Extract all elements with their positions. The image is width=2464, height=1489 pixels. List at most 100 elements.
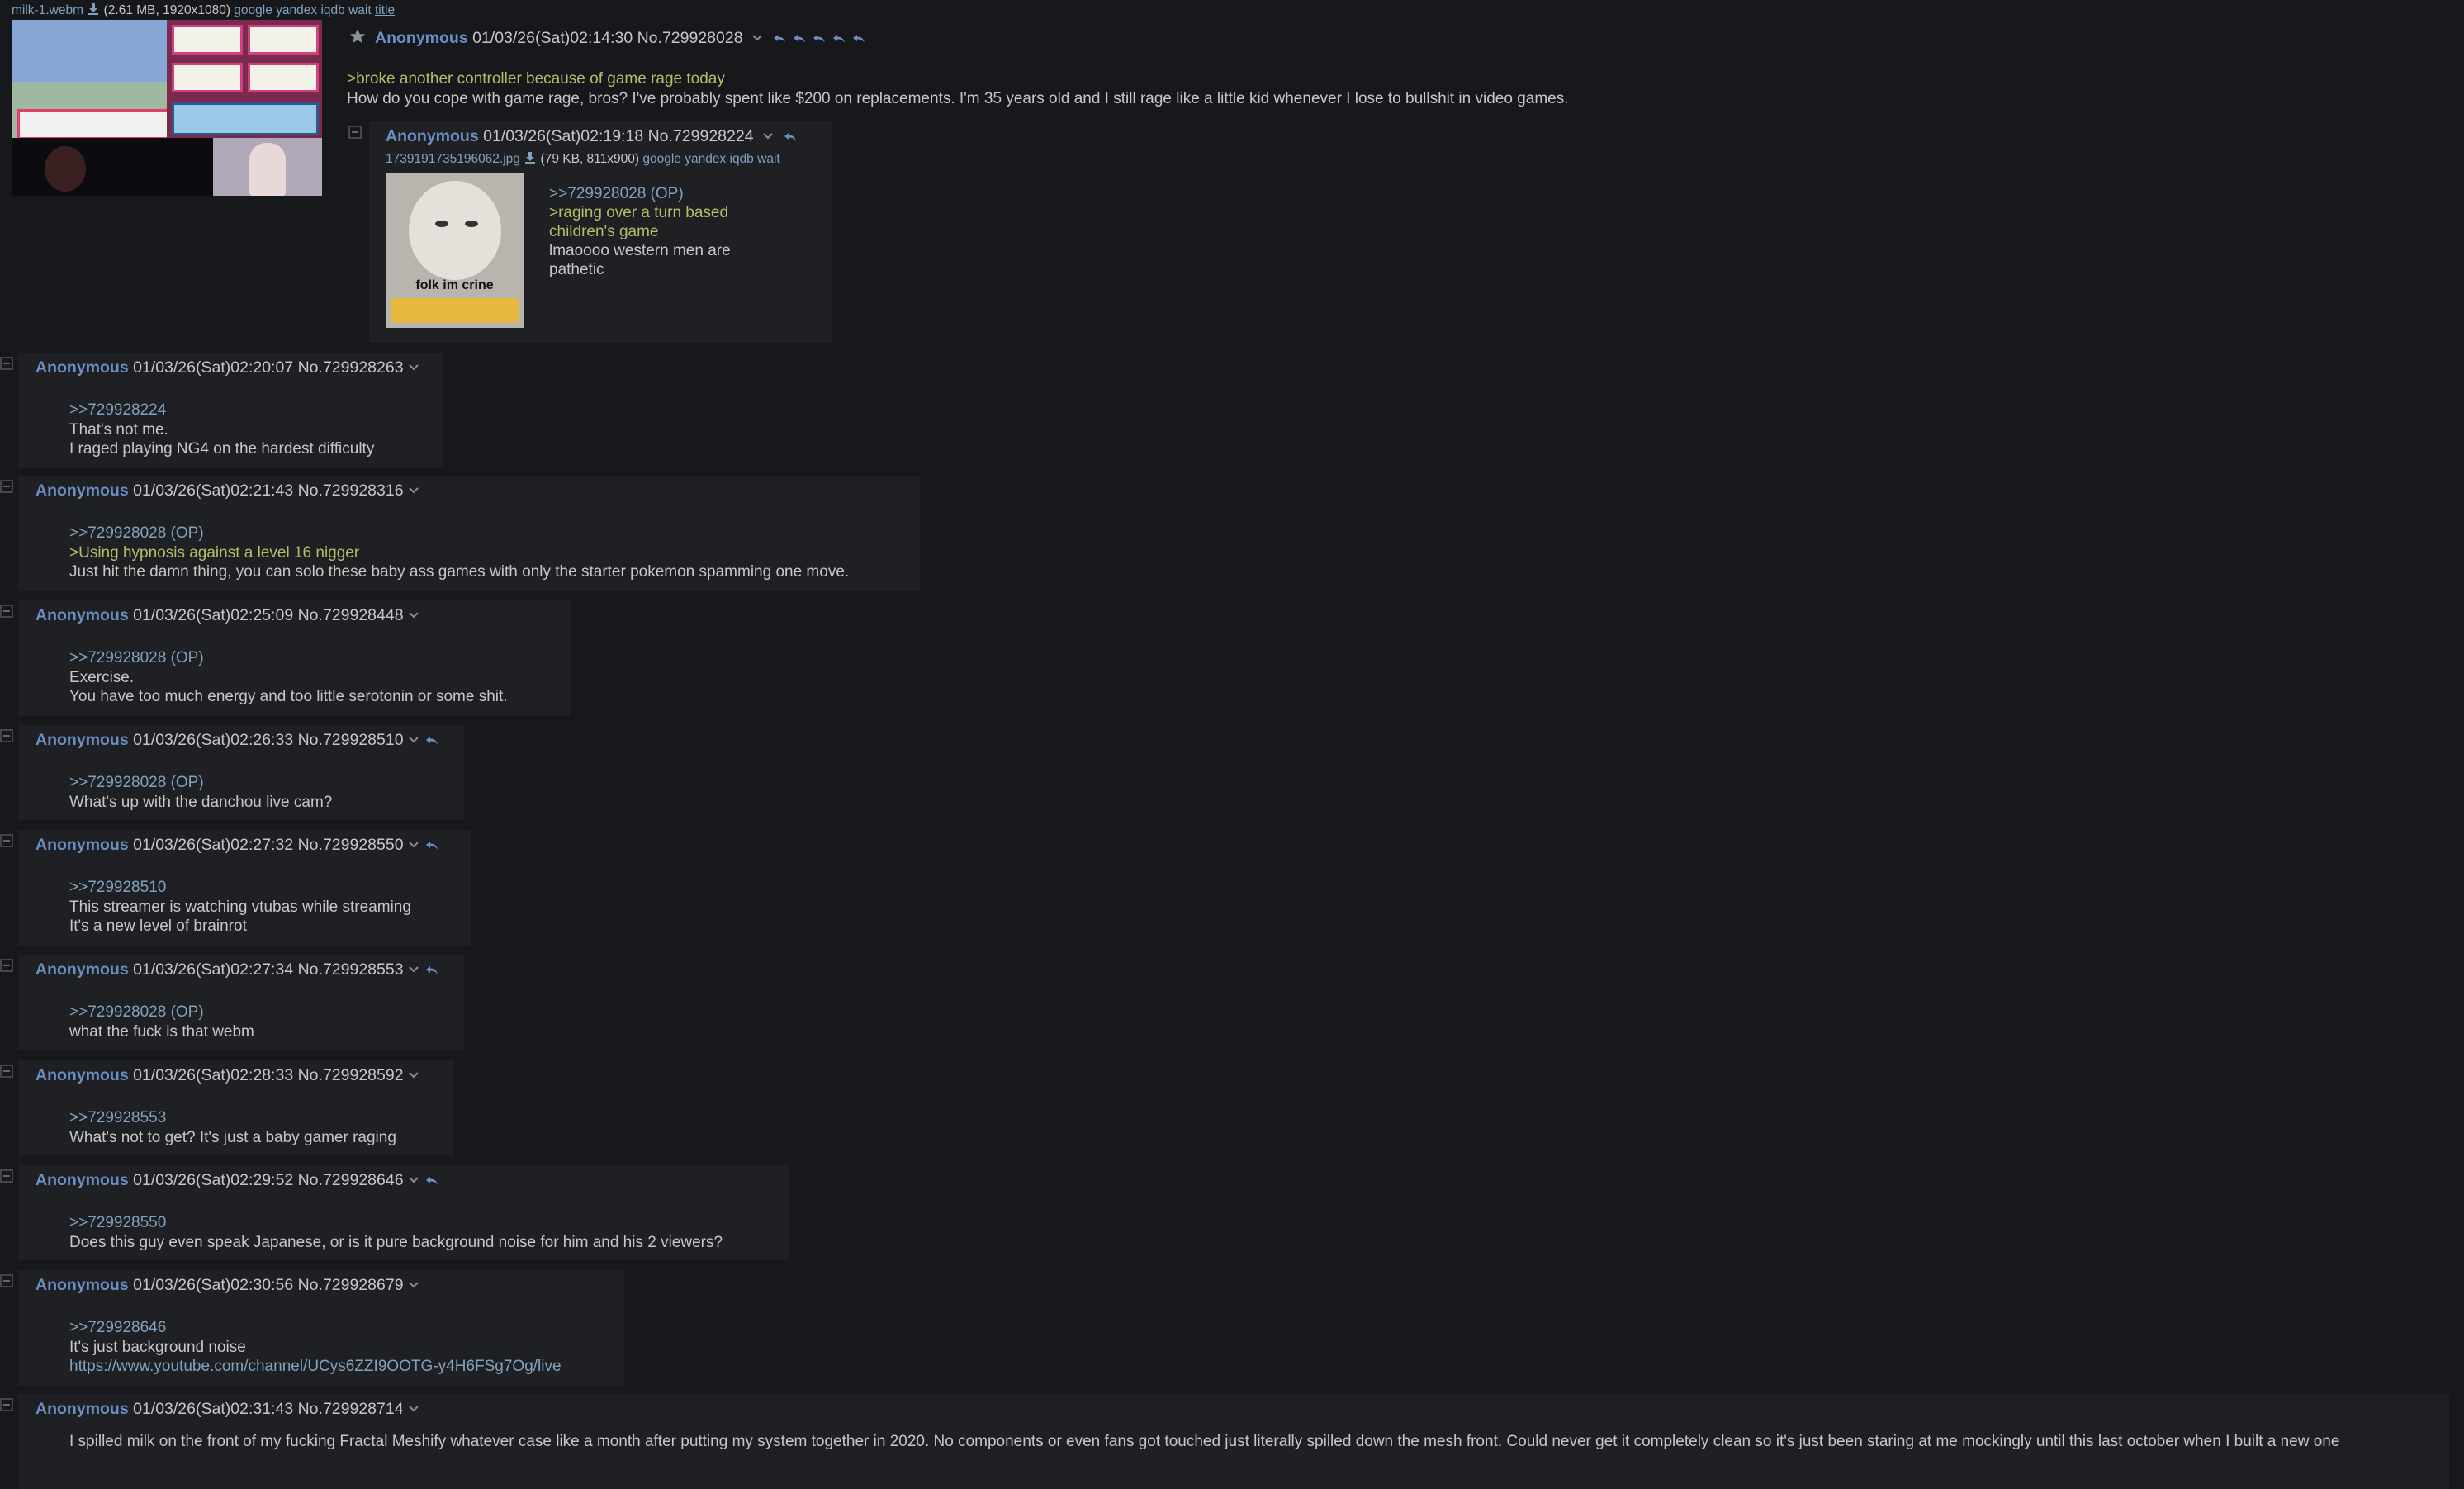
post-header: Anonymous 01/03/26(Sat)02:28:33 No.72992…: [36, 1066, 419, 1085]
star-icon[interactable]: [348, 27, 367, 45]
chevron-down-icon[interactable]: [408, 1071, 419, 1079]
poster-name: Anonymous: [36, 481, 129, 500]
google-search-link[interactable]: google: [642, 152, 681, 166]
collapse-icon[interactable]: [0, 1398, 13, 1411]
chevron-down-icon[interactable]: [408, 736, 419, 744]
chevron-down-icon[interactable]: [408, 363, 419, 372]
post-text-line: This streamer is watching vtubas while s…: [69, 898, 411, 916]
reply-icon[interactable]: [784, 132, 797, 142]
reply-icon[interactable]: [852, 34, 865, 44]
yandex-search-link[interactable]: yandex: [685, 152, 726, 166]
poster-name: Anonymous: [36, 1171, 129, 1189]
quote-link[interactable]: >>729928224: [69, 401, 374, 420]
wait-search-link[interactable]: wait: [348, 3, 372, 17]
download-icon[interactable]: [524, 151, 537, 164]
post-number[interactable]: No.729928714: [298, 1400, 404, 1418]
post-body: >>729928224 That's not me. I raged playing…: [69, 401, 374, 459]
post-text-line: What's not to get? It's just a baby game…: [69, 1128, 396, 1146]
chevron-down-icon[interactable]: [763, 132, 773, 140]
post-text-line: Exercise.: [69, 668, 135, 686]
post-text-line: I spilled milk on the front of my fuckin…: [69, 1433, 2340, 1450]
collapse-icon[interactable]: [0, 357, 13, 370]
reply-icon[interactable]: [832, 34, 846, 44]
post-datetime: 01/03/26(Sat)02:27:34: [133, 960, 294, 979]
chevron-down-icon[interactable]: [408, 1281, 419, 1289]
reply-icon[interactable]: [793, 34, 806, 44]
vtuber-overlay: [213, 138, 322, 196]
collapse-icon[interactable]: [0, 1274, 13, 1287]
post-number[interactable]: No.729928316: [298, 481, 404, 500]
post-datetime: 01/03/26(Sat)02:26:33: [133, 731, 294, 749]
reply-icon[interactable]: [425, 1176, 438, 1186]
iqdb-search-link[interactable]: iqdb: [730, 152, 754, 166]
reply-icon[interactable]: [425, 965, 438, 975]
quote-link[interactable]: >>729928028 (OP): [69, 648, 508, 668]
nested-post-header: Anonymous 01/03/26(Sat)02:19:18 No.72992…: [386, 127, 797, 146]
nested-reply-post: Anonymous 01/03/26(Sat)02:19:18 No.72992…: [369, 121, 832, 343]
quote-link[interactable]: >>729928550: [69, 1213, 723, 1233]
post-header: Anonymous 01/03/26(Sat)02:29:52 No.72992…: [36, 1171, 438, 1190]
collapse-icon[interactable]: [0, 1065, 13, 1078]
google-search-link[interactable]: google: [234, 3, 272, 17]
collapse-icon[interactable]: [0, 834, 13, 847]
chevron-down-icon[interactable]: [408, 611, 419, 619]
quote-link[interactable]: >>729928646: [69, 1318, 562, 1338]
collapse-icon[interactable]: [0, 480, 13, 493]
title-link[interactable]: title: [375, 3, 395, 17]
quote-link[interactable]: https://www.youtube.com/channel/UCys6ZZI…: [69, 1357, 562, 1377]
post-number[interactable]: No.729928028: [637, 29, 743, 47]
collapse-icon[interactable]: [0, 605, 13, 618]
post-text-line: Does this guy even speak Japanese, or is…: [69, 1233, 723, 1251]
poster-name: Anonymous: [36, 1400, 129, 1418]
reply-post: Anonymous 01/03/26(Sat)02:26:33 No.72992…: [18, 725, 464, 820]
quote-link[interactable]: >>729928028 (OP): [69, 773, 332, 793]
post-datetime: 01/03/26(Sat)02:31:43: [133, 1400, 294, 1418]
yandex-search-link[interactable]: yandex: [276, 3, 317, 17]
chevron-down-icon[interactable]: [408, 486, 419, 495]
reply-icon[interactable]: [773, 34, 786, 44]
nested-image-thumbnail[interactable]: folk im crine: [386, 173, 524, 328]
chevron-down-icon[interactable]: [408, 965, 419, 974]
chevron-down-icon[interactable]: [408, 1176, 419, 1184]
wait-search-link[interactable]: wait: [757, 152, 780, 166]
post-number[interactable]: No.729928448: [298, 606, 404, 624]
greentext-line: >Using hypnosis against a level 16 nigge…: [69, 543, 360, 562]
post-number[interactable]: No.729928510: [298, 731, 404, 749]
download-icon[interactable]: [87, 2, 100, 16]
nested-file-meta: (79 KB, 811x900): [540, 152, 640, 166]
reply-icon[interactable]: [425, 841, 438, 851]
quote-link[interactable]: >>729928028 (OP): [549, 184, 756, 203]
nested-post-body: >>729928028 (OP) >raging over a turn base…: [549, 184, 756, 279]
post-number[interactable]: No.729928550: [298, 836, 404, 854]
iqdb-search-link[interactable]: iqdb: [320, 3, 344, 17]
post-datetime: 01/03/26(Sat)02:21:43: [133, 481, 294, 500]
chevron-down-icon[interactable]: [752, 34, 762, 42]
post-number[interactable]: No.729928646: [298, 1171, 404, 1189]
post-number[interactable]: No.729928263: [298, 358, 404, 377]
post-body: I spilled milk on the front of my fuckin…: [69, 1432, 2339, 1452]
op-file-link[interactable]: milk-1.webm: [12, 3, 83, 17]
greentext-line: children's game: [549, 223, 659, 240]
reply-post: Anonymous 01/03/26(Sat)02:30:56 No.72992…: [18, 1270, 624, 1386]
nested-file-link[interactable]: 1739191735196062.jpg: [386, 152, 520, 166]
chevron-down-icon[interactable]: [408, 1405, 419, 1413]
quote-link[interactable]: >>729928553: [69, 1108, 396, 1128]
post-number[interactable]: No.729928679: [298, 1276, 404, 1294]
collapse-icon[interactable]: [348, 126, 362, 139]
post-number[interactable]: No.729928553: [298, 960, 404, 979]
post-datetime: 01/03/26(Sat)02:29:52: [133, 1171, 294, 1189]
quote-link[interactable]: >>729928028 (OP): [69, 524, 849, 543]
collapse-icon[interactable]: [0, 959, 13, 972]
reply-icon[interactable]: [813, 34, 826, 44]
quote-link[interactable]: >>729928028 (OP): [69, 1003, 254, 1022]
reply-icon[interactable]: [425, 736, 438, 746]
post-number[interactable]: No.729928224: [648, 127, 754, 145]
post-number[interactable]: No.729928592: [298, 1066, 404, 1084]
post-header: Anonymous 01/03/26(Sat)02:26:33 No.72992…: [36, 731, 438, 750]
chevron-down-icon[interactable]: [408, 841, 419, 849]
collapse-icon[interactable]: [0, 1169, 13, 1183]
post-body: >>729928028 (OP) What's up with the danch…: [69, 773, 332, 812]
op-webm-thumbnail[interactable]: [12, 20, 322, 196]
collapse-icon[interactable]: [0, 729, 13, 742]
quote-link[interactable]: >>729928510: [69, 878, 411, 898]
